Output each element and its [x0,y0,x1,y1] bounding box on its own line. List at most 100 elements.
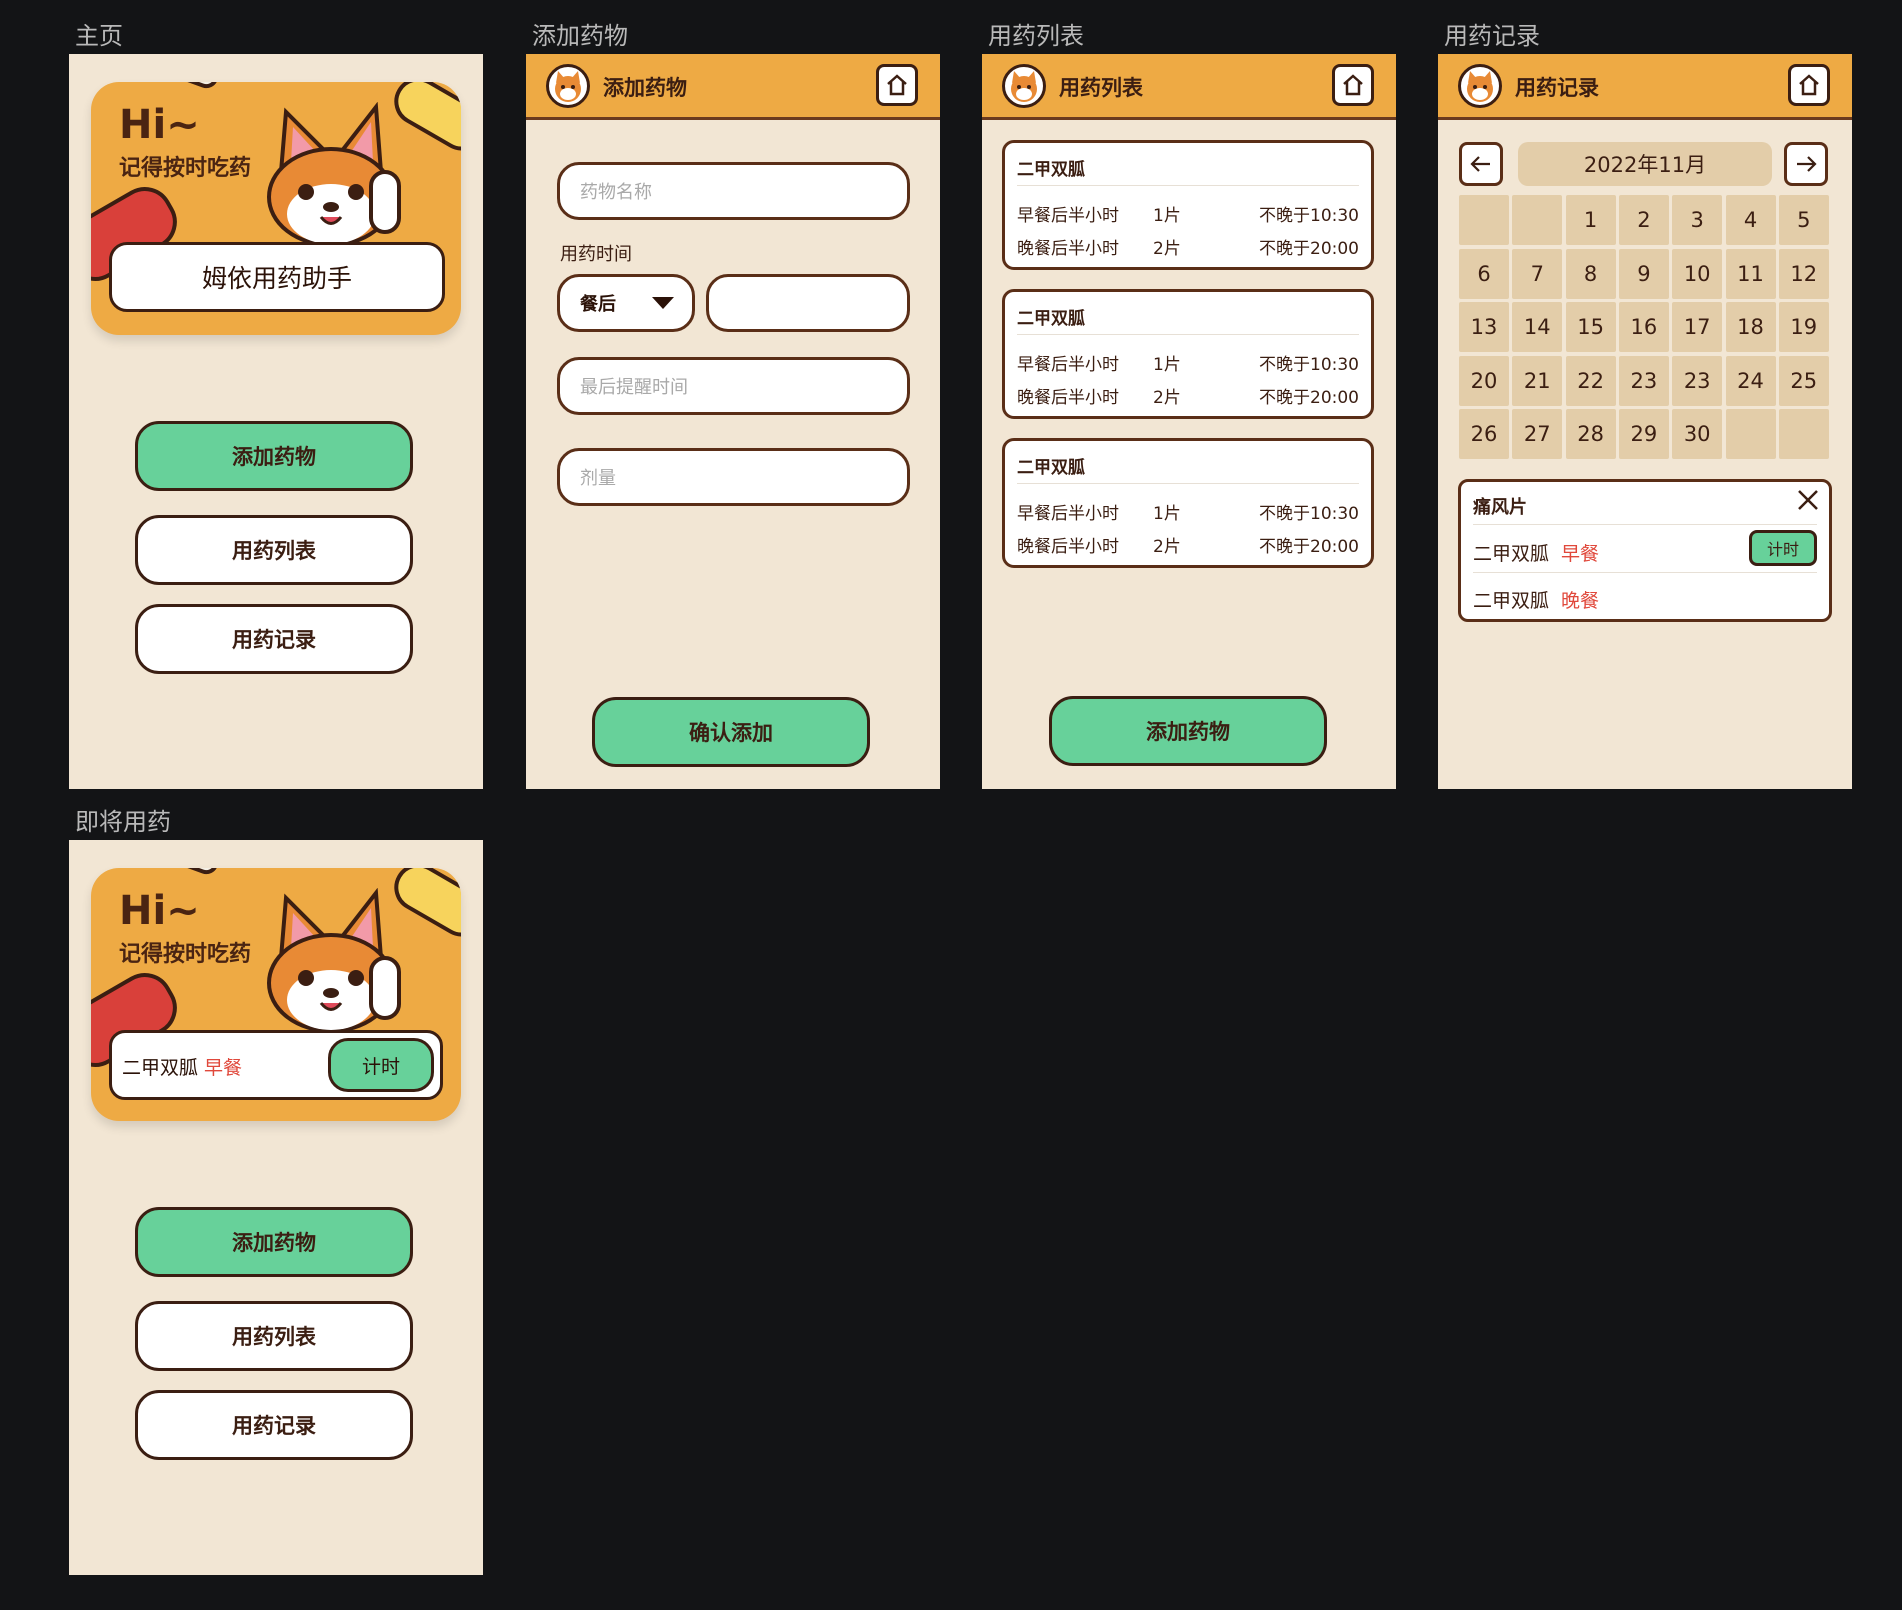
meal-select[interactable]: 餐后 [557,274,695,332]
header: 添加药物 [526,54,940,120]
schedule-time: 晚餐后半小时 [1017,388,1119,408]
schedule-dose: 2片 [1153,388,1181,408]
banner-subtitle: 记得按时吃药 [119,942,252,967]
schedule-dose: 1片 [1153,504,1181,524]
calendar-day[interactable]: 13 [1459,302,1509,353]
medicine-list-screen: 用药列表 二甲双胍 早餐后半小时 1片 不晚于10:30 晚餐后半小时 2片 不… [982,54,1396,789]
calendar-day[interactable]: 10 [1672,248,1723,299]
medicine-list-button[interactable]: 用药列表 [135,1301,413,1371]
calendar-day[interactable]: 6 [1459,248,1509,299]
close-button[interactable] [1797,488,1819,518]
add-medicine-button[interactable]: 添加药物 [135,421,413,491]
calendar-day[interactable]: 1 [1565,195,1616,245]
calendar-day[interactable]: 14 [1512,302,1563,353]
corgi-mascot-icon [267,888,401,1033]
frame-title-upcoming: 即将用药 [75,808,171,836]
home-button[interactable] [1788,64,1830,106]
calendar-day[interactable]: 29 [1618,409,1669,460]
confirm-add-button[interactable]: 确认添加 [592,697,870,767]
month-title: 2022年11月 [1518,142,1772,186]
schedule-limit: 不晚于20:00 [1259,537,1359,557]
upcoming-meal: 早餐 [204,1057,243,1079]
home-button[interactable] [876,64,918,106]
app-name-card: 姆依用药助手 [109,242,445,312]
schedule-limit: 不晚于20:00 [1259,239,1359,259]
pill-icon [168,82,222,92]
prev-month-button[interactable] [1459,142,1503,186]
time-label: 用药时间 [560,244,632,265]
calendar-empty-cell [1459,195,1509,245]
medicine-name: 二甲双胍 [1017,160,1085,180]
calendar-day[interactable]: 3 [1672,195,1723,245]
calendar-day[interactable]: 25 [1778,355,1829,406]
medicine-card[interactable]: 二甲双胍 早餐后半小时 1片 不晚于10:30 晚餐后半小时 2片 不晚于20:… [1002,289,1374,419]
calendar-day[interactable]: 23 [1618,355,1669,406]
frame-title-list: 用药列表 [988,22,1084,50]
calendar-day[interactable]: 18 [1725,302,1776,353]
add-medicine-button[interactable]: 添加药物 [1049,696,1327,766]
calendar-day[interactable]: 12 [1778,248,1829,299]
medicine-card[interactable]: 二甲双胍 早餐后半小时 1片 不晚于10:30 晚餐后半小时 2片 不晚于20:… [1002,438,1374,568]
frame-title-records: 用药记录 [1444,22,1540,50]
calendar-day[interactable]: 17 [1672,302,1723,353]
welcome-banner: Hi~ 记得按时吃药 姆依用药助手 [91,82,461,335]
calendar-day[interactable]: 20 [1459,355,1509,406]
medicine-list-button[interactable]: 用药列表 [135,515,413,585]
record-row: 二甲双胍 晚餐 [1473,586,1817,613]
calendar-empty-cell [1778,409,1829,460]
close-icon [1798,490,1818,510]
schedule-time: 早餐后半小时 [1017,206,1119,226]
chevron-down-icon [652,297,674,309]
banner-greeting: Hi~ [119,888,200,934]
pill-icon [168,868,222,878]
calendar-day[interactable]: 5 [1778,195,1829,245]
record-med-name: 二甲双胍 [1473,590,1550,612]
medicine-records-button[interactable]: 用药记录 [135,604,413,674]
calendar-day[interactable]: 7 [1512,248,1563,299]
popup-title: 痛风片 [1473,497,1527,518]
calendar-empty-cell [1725,409,1776,460]
medicine-name: 二甲双胍 [1017,458,1085,478]
schedule-dose: 1片 [1153,206,1181,226]
arrow-left-icon [1470,156,1490,172]
meal-select-value: 餐后 [580,294,616,315]
calendar-day[interactable]: 23 [1672,355,1723,406]
add-medicine-button[interactable]: 添加药物 [135,1207,413,1277]
calendar-day[interactable]: 11 [1725,248,1776,299]
calendar-day[interactable]: 8 [1565,248,1616,299]
last-reminder-input[interactable]: 最后提醒时间 [557,357,910,415]
medicine-name-input[interactable]: 药物名称 [557,162,910,220]
corgi-avatar-icon [1458,64,1502,108]
calendar-day[interactable]: 4 [1725,195,1776,245]
calendar-day[interactable]: 28 [1565,409,1616,460]
dose-input[interactable]: 剂量 [557,448,910,506]
calendar-day[interactable]: 22 [1565,355,1616,406]
frame-title-add: 添加药物 [532,22,628,50]
calendar-day[interactable]: 24 [1725,355,1776,406]
calendar-day[interactable]: 16 [1618,302,1669,353]
timer-button[interactable]: 计时 [1749,530,1817,566]
calendar-day[interactable]: 30 [1672,409,1723,460]
home-button[interactable] [1332,64,1374,106]
record-meal: 早餐 [1561,543,1600,565]
page-title: 用药列表 [1059,76,1143,100]
banner-subtitle: 记得按时吃药 [119,156,252,181]
time-input[interactable] [706,274,910,332]
timer-button[interactable]: 计时 [328,1038,434,1092]
calendar-day[interactable]: 9 [1618,248,1669,299]
calendar-day[interactable]: 27 [1512,409,1563,460]
calendar-day[interactable]: 21 [1512,355,1563,406]
calendar-day[interactable]: 19 [1778,302,1829,353]
medicine-card[interactable]: 二甲双胍 早餐后半小时 1片 不晚于10:30 晚餐后半小时 2片 不晚于20:… [1002,140,1374,270]
calendar-day[interactable]: 15 [1565,302,1616,353]
schedule-limit: 不晚于10:30 [1259,504,1359,524]
record-med-name: 二甲双胍 [1473,543,1550,565]
banner-greeting: Hi~ [119,102,200,148]
calendar-day[interactable]: 26 [1459,409,1509,460]
schedule-limit: 不晚于20:00 [1259,388,1359,408]
calendar-day[interactable]: 2 [1618,195,1669,245]
medicine-records-button[interactable]: 用药记录 [135,1390,413,1460]
home-icon [1343,74,1363,96]
next-month-button[interactable] [1784,142,1828,186]
schedule-limit: 不晚于10:30 [1259,206,1359,226]
